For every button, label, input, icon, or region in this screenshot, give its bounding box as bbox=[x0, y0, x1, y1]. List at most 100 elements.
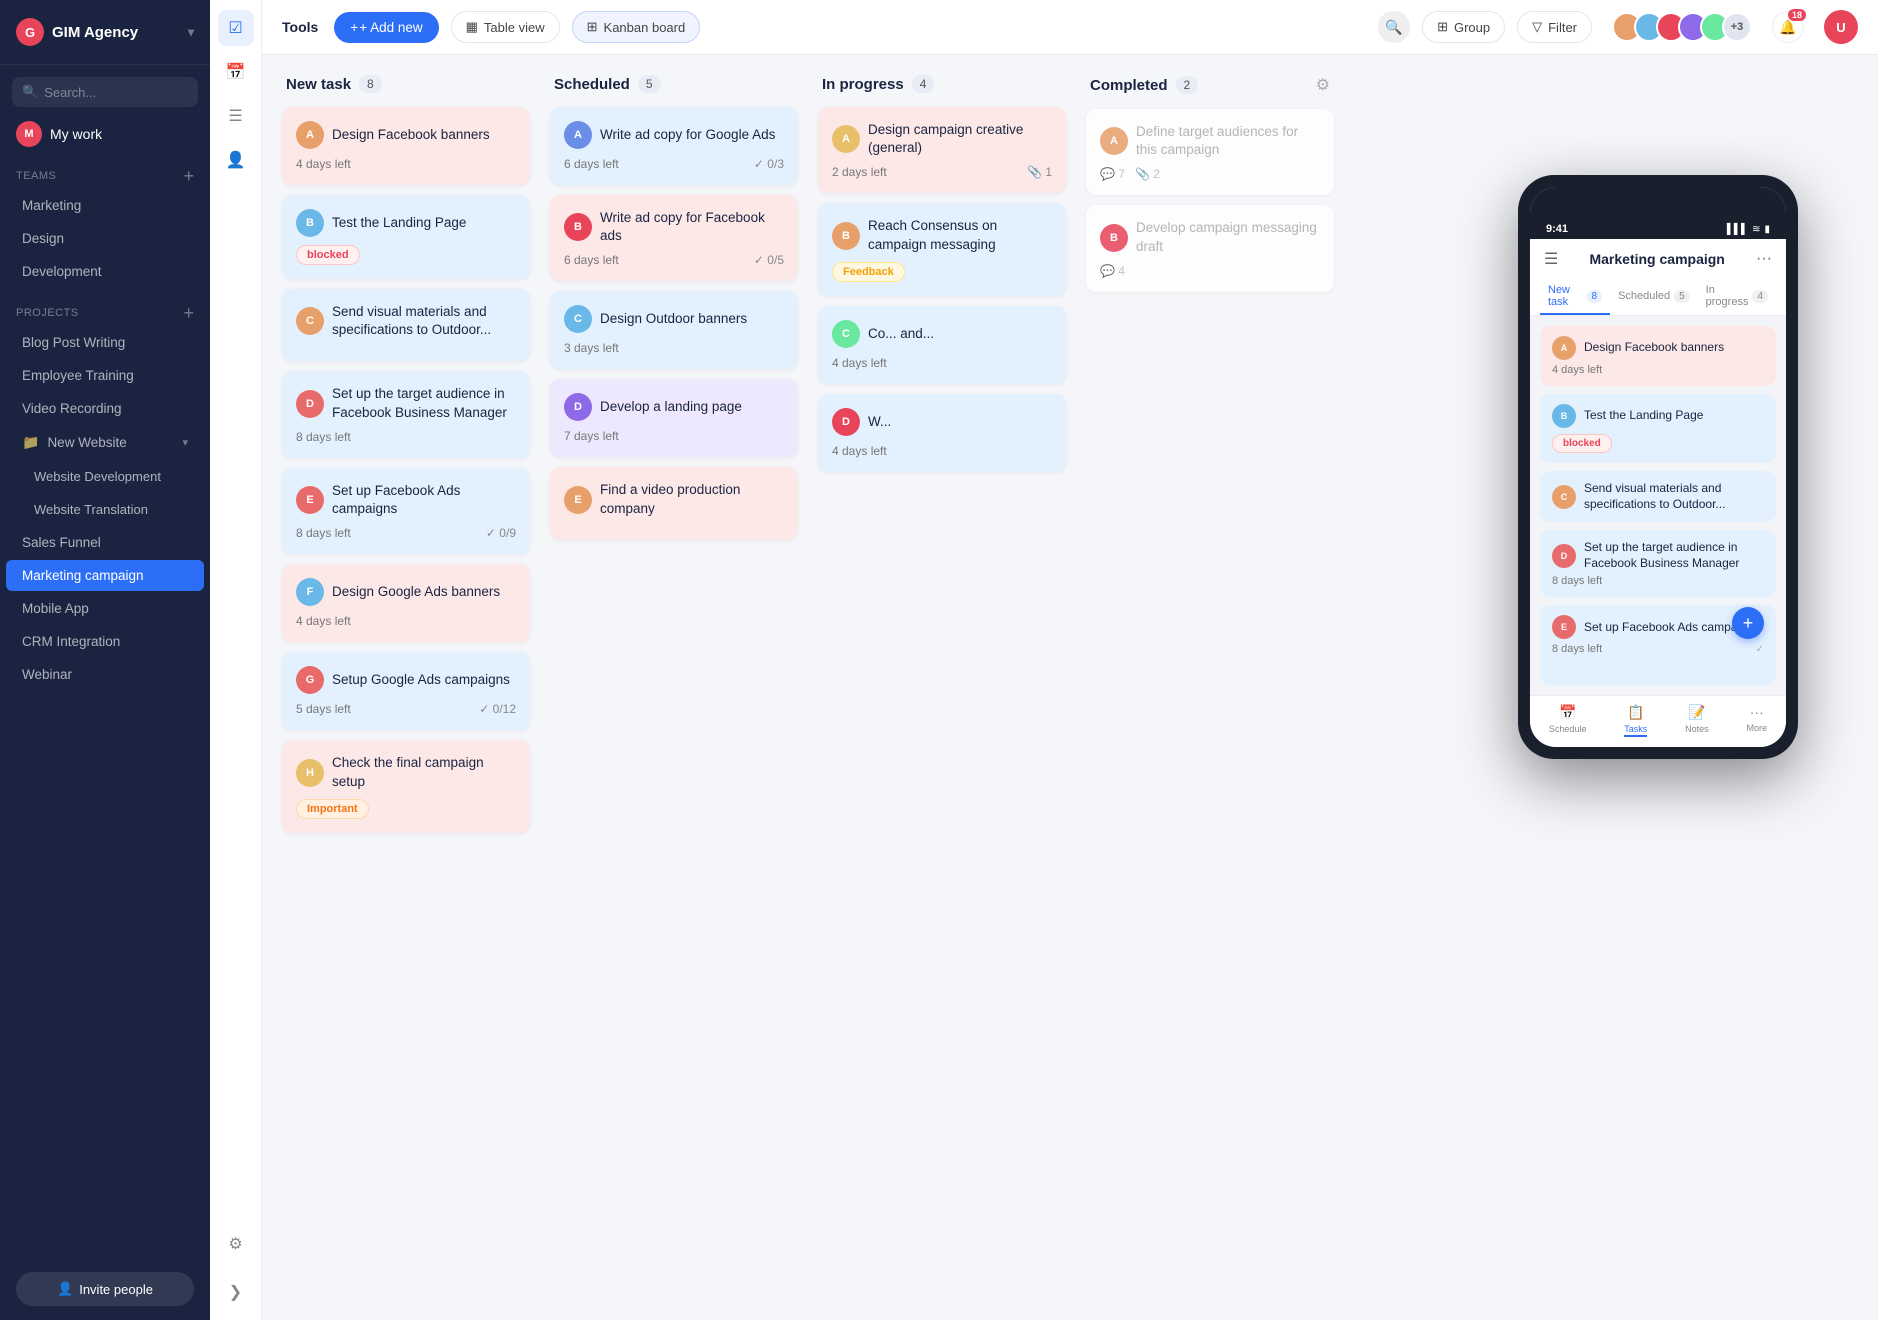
sidebar-item-mobile-app[interactable]: Mobile App bbox=[6, 593, 204, 624]
phone-card-2[interactable]: B Test the Landing Page blocked bbox=[1540, 394, 1776, 463]
sidebar-item-video-recording[interactable]: Video Recording bbox=[6, 393, 204, 424]
card-target-audience-fb[interactable]: D Set up the target audience in Facebook… bbox=[282, 371, 530, 457]
sidebar-item-blog-post[interactable]: Blog Post Writing bbox=[6, 327, 204, 358]
avatars-more[interactable]: +3 bbox=[1722, 12, 1752, 42]
phone-card-days: 4 days left bbox=[1552, 364, 1764, 376]
card-reach-consensus[interactable]: B Reach Consensus on campaign messaging … bbox=[818, 203, 1066, 295]
card-title: Reach Consensus on campaign messaging bbox=[868, 217, 1052, 253]
group-icon: ⊞ bbox=[1437, 19, 1448, 35]
search-button[interactable]: 🔍 bbox=[1378, 11, 1410, 43]
notifications-button[interactable]: 🔔 18 bbox=[1772, 11, 1804, 43]
card-avatar: A bbox=[296, 121, 324, 149]
col-title-scheduled: Scheduled bbox=[554, 76, 630, 93]
card-days: 6 days left bbox=[564, 157, 619, 171]
sidebar-item-website-trans[interactable]: Website Translation bbox=[6, 494, 204, 525]
group-button[interactable]: ⊞ Group bbox=[1422, 11, 1505, 43]
sidebar-item-employee-training[interactable]: Employee Training bbox=[6, 360, 204, 391]
settings-icon[interactable]: ⚙ bbox=[1316, 75, 1330, 95]
card-avatar: B bbox=[1100, 224, 1128, 252]
phone-nav-notes[interactable]: 📝 Notes bbox=[1685, 704, 1709, 737]
phone-nav-more[interactable]: ··· More bbox=[1747, 704, 1768, 737]
card-test-landing-page[interactable]: B Test the Landing Page blocked bbox=[282, 195, 530, 279]
sidebar-item-sales-funnel[interactable]: Sales Funnel bbox=[6, 527, 204, 558]
card-design-fb-banners[interactable]: A Design Facebook banners 4 days left bbox=[282, 107, 530, 185]
sidebar-item-development[interactable]: Development bbox=[6, 256, 204, 287]
calendar-icon-btn[interactable]: 📅 bbox=[218, 54, 254, 90]
card-send-visual-materials[interactable]: C Send visual materials and specificatio… bbox=[282, 289, 530, 361]
card-avatar: B bbox=[564, 213, 592, 241]
card-title: Design campaign creative (general) bbox=[868, 121, 1052, 157]
add-new-button[interactable]: + + Add new bbox=[334, 12, 438, 43]
card-avatar: A bbox=[564, 121, 592, 149]
card-check-final-setup[interactable]: H Check the final campaign setup Importa… bbox=[282, 740, 530, 832]
phone-card-1[interactable]: A Design Facebook banners 4 days left bbox=[1540, 326, 1776, 386]
invite-people-button[interactable]: 👤 Invite people bbox=[16, 1272, 194, 1306]
col-count-completed: 2 bbox=[1176, 76, 1199, 94]
card-fb-ads-campaigns[interactable]: E Set up Facebook Ads campaigns 8 days l… bbox=[282, 468, 530, 554]
app-name: GIM Agency bbox=[52, 24, 138, 41]
user-avatar[interactable]: U bbox=[1824, 10, 1858, 44]
sidebar-item-design[interactable]: Design bbox=[6, 223, 204, 254]
sidebar-logo[interactable]: G GIM Agency ▾ bbox=[0, 0, 210, 65]
kanban-view-button[interactable]: ⊞ Kanban board bbox=[572, 11, 701, 43]
sidebar-item-new-website[interactable]: 📁 New Website ▾ bbox=[6, 426, 204, 459]
col-header-completed: Completed 2 ⚙ bbox=[1086, 75, 1334, 95]
card-campaign-creative[interactable]: A Design campaign creative (general) 2 d… bbox=[818, 107, 1066, 193]
blocked-badge: blocked bbox=[296, 245, 360, 265]
phone-tab-new-task[interactable]: New task 8 bbox=[1540, 277, 1610, 315]
phone-nav-schedule[interactable]: 📅 Schedule bbox=[1549, 704, 1587, 737]
card-define-target-audiences[interactable]: A Define target audiences for this campa… bbox=[1086, 109, 1334, 195]
card-fb-ad-copy[interactable]: B Write ad copy for Facebook ads 6 days … bbox=[550, 195, 798, 281]
phone-nav-tasks[interactable]: 📋 Tasks bbox=[1624, 704, 1647, 737]
phone-card-4[interactable]: D Set up the target audience in Facebook… bbox=[1540, 530, 1776, 597]
card-meta: ✓ 0/9 bbox=[486, 526, 516, 540]
phone-tab-in-progress[interactable]: In progress 4 bbox=[1698, 277, 1776, 315]
sidebar-item-crm[interactable]: CRM Integration bbox=[6, 626, 204, 657]
table-view-button[interactable]: ▦ Table view bbox=[451, 11, 560, 43]
card-setup-google-ads[interactable]: G Setup Google Ads campaigns 5 days left… bbox=[282, 652, 530, 730]
my-work-avatar: M bbox=[16, 121, 42, 147]
add-team-icon[interactable]: + bbox=[183, 167, 194, 185]
checklist-icon-btn[interactable]: ☑ bbox=[218, 10, 254, 46]
card-avatar: D bbox=[832, 408, 860, 436]
card-ip3[interactable]: C Co... and... 4 days left bbox=[818, 306, 1066, 384]
mobile-preview: 9:41 ▌▌▌ ≋ ▮ ☰ Marketing campaign ··· bbox=[1518, 175, 1798, 759]
card-google-ad-copy[interactable]: A Write ad copy for Google Ads 6 days le… bbox=[550, 107, 798, 185]
my-work-item[interactable]: M My work bbox=[0, 111, 210, 157]
phone-more-icon[interactable]: ··· bbox=[1756, 250, 1772, 268]
card-meta: 📎 1 bbox=[1027, 165, 1052, 179]
card-video-production[interactable]: E Find a video production company bbox=[550, 467, 798, 539]
new-task-cards: A Design Facebook banners 4 days left B … bbox=[282, 107, 530, 833]
settings-icon-btn[interactable]: ⚙ bbox=[218, 1226, 254, 1262]
card-avatar: H bbox=[296, 759, 324, 787]
card-days: 4 days left bbox=[832, 444, 887, 458]
phone-status-icons: ▌▌▌ ≋ ▮ bbox=[1727, 224, 1770, 235]
icon-strip: ☑ 📅 ☰ 👤 ⚙ ❯ bbox=[210, 0, 262, 1320]
sidebar-item-new-website-label: New Website bbox=[47, 435, 126, 450]
person-icon-btn[interactable]: 👤 bbox=[218, 142, 254, 178]
filter-button[interactable]: ▽ Filter bbox=[1517, 11, 1592, 43]
card-google-ads-banners[interactable]: F Design Google Ads banners 4 days left bbox=[282, 564, 530, 642]
sidebar-item-webinar[interactable]: Webinar bbox=[6, 659, 204, 690]
collapse-icon-btn[interactable]: ❯ bbox=[218, 1274, 254, 1310]
card-ip4[interactable]: D W... 4 days left bbox=[818, 394, 1066, 472]
card-title: Develop a landing page bbox=[600, 398, 742, 416]
notes-nav-icon: 📝 bbox=[1688, 704, 1705, 721]
card-develop-landing-page[interactable]: D Develop a landing page 7 days left bbox=[550, 379, 798, 457]
tasks-nav-icon: 📋 bbox=[1627, 704, 1644, 721]
list-icon-btn[interactable]: ☰ bbox=[218, 98, 254, 134]
search-input[interactable]: 🔍 Search... bbox=[12, 77, 198, 107]
sidebar-item-website-dev[interactable]: Website Development bbox=[6, 461, 204, 492]
card-avatar: C bbox=[832, 320, 860, 348]
sidebar-item-marketing[interactable]: Marketing bbox=[6, 190, 204, 221]
card-avatar: F bbox=[296, 578, 324, 606]
card-outdoor-banners[interactable]: C Design Outdoor banners 3 days left bbox=[550, 291, 798, 369]
card-campaign-messaging-draft[interactable]: B Develop campaign messaging draft 💬 4 bbox=[1086, 205, 1334, 291]
phone-menu-icon[interactable]: ☰ bbox=[1544, 249, 1558, 269]
add-project-icon[interactable]: + bbox=[183, 304, 194, 322]
phone-card-3[interactable]: C Send visual materials and specificatio… bbox=[1540, 471, 1776, 522]
sidebar-item-marketing-campaign[interactable]: Marketing campaign bbox=[6, 560, 204, 591]
phone-tab-scheduled[interactable]: Scheduled 5 bbox=[1610, 277, 1698, 315]
feedback-badge: Feedback bbox=[832, 262, 905, 282]
card-avatar: C bbox=[564, 305, 592, 333]
